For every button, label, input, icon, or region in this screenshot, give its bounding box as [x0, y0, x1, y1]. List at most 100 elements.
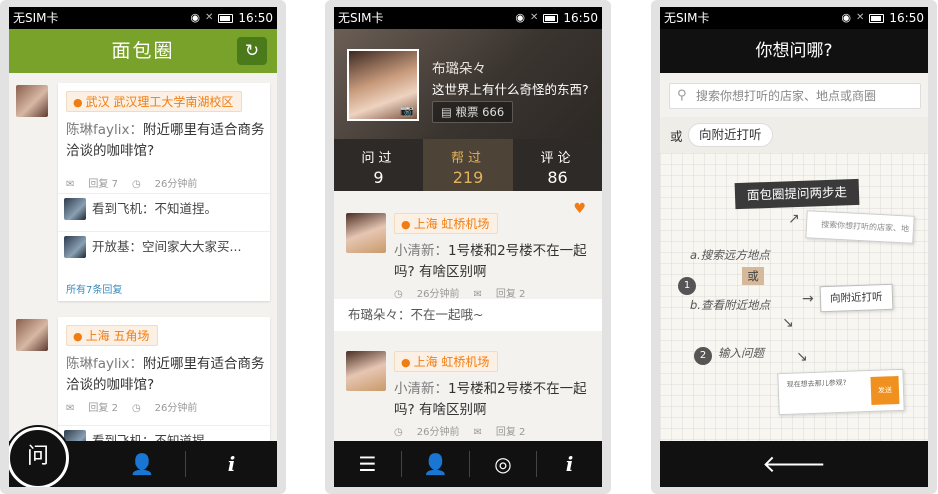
battery-icon — [543, 13, 559, 23]
tab-broadcast[interactable]: ◎ — [470, 441, 536, 487]
timestamp: 26分钟前 — [154, 179, 198, 190]
status-bar: 无SIM卡 ◉ ✕ 16:50 — [660, 7, 928, 29]
location-pin-icon: ● — [73, 96, 83, 109]
refresh-button[interactable]: ↻ — [237, 37, 267, 65]
wifi-icon: ◉ — [190, 11, 201, 24]
guide-step-b: b.查看附近地点 — [690, 298, 770, 312]
question-text[interactable]: 小清新：1号楼和2号楼不在一起吗? 有啥区别啊 — [394, 379, 594, 421]
question-meta: ✉ 回复 2 ◷ 26分钟前 — [66, 399, 211, 414]
page-title: 你想问哪? — [660, 29, 928, 73]
info-icon: i — [565, 452, 574, 476]
camera-icon[interactable]: 📷 — [400, 104, 414, 117]
all-replies-link[interactable]: 所有7条回复 — [66, 281, 122, 296]
ask-fab-button[interactable]: 问 — [9, 427, 69, 487]
question-meta: ◷ 26分钟前 ✉ 回复 2 — [394, 285, 539, 300]
ask-label: 问 — [26, 444, 49, 469]
search-icon: ⚲ — [677, 88, 687, 103]
back-arrow-icon: 🡐 — [761, 450, 827, 478]
heart-icon[interactable]: ♥ — [573, 201, 586, 217]
question-feed[interactable]: ● 武汉 武汉理工大学南湖校区 陈琳faylix：附近哪里有适合商务洽谈的咖啡馆?… — [9, 73, 277, 441]
status-bar: 无SIM卡 ◉ ✕ 16:50 — [9, 7, 277, 29]
avatar[interactable] — [16, 319, 48, 351]
phone-frame-3: 无SIM卡 ◉ ✕ 16:50 你想问哪? ⚲ 搜索你想打听的店家、地点或商圈 … — [651, 0, 937, 494]
location-pin-icon: ● — [73, 330, 83, 343]
tab-info[interactable]: i — [186, 441, 277, 487]
avatar — [64, 198, 86, 220]
battery-icon — [869, 13, 885, 23]
comment-row[interactable]: 布璐朵々：不在一起哦~ — [334, 299, 602, 331]
clock-icon: ◷ — [131, 403, 141, 414]
clock: 16:50 — [563, 11, 598, 25]
arrow-icon: → — [802, 291, 814, 307]
helped-feed[interactable]: ● 上海 虹桥机场 ♥ 小清新：1号楼和2号楼不在一起吗? 有啥区别啊 ◷ 26分钟… — [334, 191, 602, 441]
guide-search-illustration: 搜索你想打听的店家、地 — [805, 210, 915, 244]
user-icon: 👤 — [129, 452, 155, 476]
tab-helped[interactable]: 帮过 219 — [423, 139, 513, 191]
arrow-icon: ↘ — [796, 349, 808, 365]
question-text[interactable]: 陈琳faylix：附近哪里有适合商务洽谈的咖啡馆? — [66, 120, 266, 162]
tab-menu[interactable]: ☰ — [334, 441, 401, 487]
reply-icon: ✉ — [66, 179, 75, 190]
clock-icon: ◷ — [131, 179, 141, 190]
coupon-icon: ▤ — [441, 105, 456, 119]
stats-tabs: 问过 9 帮过 219 评论 86 — [334, 139, 602, 191]
avatar — [64, 236, 86, 258]
question-text[interactable]: 陈琳faylix：附近哪里有适合商务洽谈的咖啡馆? — [66, 354, 266, 396]
reply-row[interactable]: 看到飞机：不知道捏。 — [58, 193, 270, 223]
info-icon: i — [227, 452, 236, 476]
question-meta: ✉ 回复 7 ◷ 26分钟前 — [66, 175, 211, 190]
screen-ask: 无SIM卡 ◉ ✕ 16:50 你想问哪? ⚲ 搜索你想打听的店家、地点或商圈 … — [660, 7, 928, 487]
reply-count: 回复 7 — [88, 179, 118, 190]
guide-step-a: a.搜索远方地点 — [690, 248, 770, 262]
avatar[interactable] — [346, 351, 386, 391]
search-input[interactable]: ⚲ 搜索你想打听的店家、地点或商圈 — [669, 83, 921, 109]
avatar[interactable] — [346, 213, 386, 253]
reply-row[interactable]: 看到飞机：不知道捏。 — [58, 425, 270, 441]
app-header: 面包圈 ↻ — [9, 29, 277, 73]
arrow-icon: ↗ — [788, 211, 800, 227]
tab-profile[interactable]: 👤 — [402, 441, 469, 487]
question-text[interactable]: 小清新：1号楼和2号楼不在一起吗? 有啥区别啊 — [394, 241, 594, 283]
arrow-icon: ↘ — [782, 315, 794, 331]
bottom-tab-bar: ☰ 👤 ◎ i — [334, 441, 602, 487]
clock-icon: ◷ — [394, 427, 403, 438]
tab-profile[interactable]: 👤 — [99, 441, 185, 487]
question-card[interactable]: ● 上海 五角场 陈琳faylix：附近哪里有适合商务洽谈的咖啡馆? ✉ 回复 2 ◷… — [58, 317, 270, 441]
guide-step-2: 输入问题 — [718, 346, 764, 360]
reply-icon: ✉ — [66, 403, 75, 414]
tab-asked[interactable]: 问过 9 — [334, 139, 423, 191]
location-tag[interactable]: ● 上海 虹桥机场 — [394, 351, 499, 372]
or-row: 或 向附近打听 — [660, 117, 928, 153]
avatar — [64, 430, 86, 441]
guide-title: 面包圈提问两步走 — [734, 178, 860, 210]
back-button[interactable]: 🡐 — [660, 441, 928, 487]
profile-header: 📷 布璐朵々 这世界上有什么奇怪的东西? ▤ 粮票 666 — [334, 29, 602, 139]
avatar[interactable] — [16, 85, 48, 117]
carrier-label: 无SIM卡 — [13, 11, 59, 25]
step-2-badge: 2 — [694, 347, 712, 365]
status-bar: 无SIM卡 ◉ ✕ 16:50 — [334, 7, 602, 29]
how-to-guide: 面包圈提问两步走 搜索你想打听的店家、地 ↗ a.搜索远方地点 1 或 b.查看… — [660, 153, 928, 441]
phone-frame-2: 无SIM卡 ◉ ✕ 16:50 📷 布璐朵々 这世界上有什么奇怪的东西? ▤ 粮… — [325, 0, 611, 494]
question-card[interactable]: ● 武汉 武汉理工大学南湖校区 陈琳faylix：附近哪里有适合商务洽谈的咖啡馆?… — [58, 83, 270, 301]
location-pin-icon: ● — [401, 356, 411, 369]
profile-name: 布璐朵々 — [432, 61, 486, 77]
location-tag[interactable]: ● 武汉 武汉理工大学南湖校区 — [66, 91, 243, 112]
tab-info[interactable]: i — [537, 441, 602, 487]
guide-nearby-illustration: 向附近打听 — [819, 283, 893, 313]
profile-avatar[interactable]: 📷 — [347, 49, 419, 121]
tab-comments[interactable]: 评论 86 — [513, 139, 602, 191]
location-pin-icon: ● — [401, 218, 411, 231]
reply-row[interactable]: 开放基：空间家大大家买... — [58, 231, 270, 261]
screen-feed: 无SIM卡 ◉ ✕ 16:50 面包圈 ↻ ● 武汉 武汉理工大学南湖校区 陈琳f… — [9, 7, 277, 487]
search-placeholder: 搜索你想打听的店家、地点或商圈 — [696, 89, 877, 103]
ask-nearby-button[interactable]: 向附近打听 — [688, 123, 773, 147]
or-label: 或 — [670, 129, 683, 144]
wifi-icon: ◉ — [515, 11, 526, 24]
no-signal-icon: ✕ — [205, 12, 214, 23]
coupon-badge[interactable]: ▤ 粮票 666 — [432, 101, 514, 123]
location-tag[interactable]: ● 上海 五角场 — [66, 325, 159, 346]
carrier-label: 无SIM卡 — [338, 11, 384, 25]
location-tag[interactable]: ● 上海 虹桥机场 — [394, 213, 499, 234]
reply-count: 回复 2 — [88, 403, 118, 414]
